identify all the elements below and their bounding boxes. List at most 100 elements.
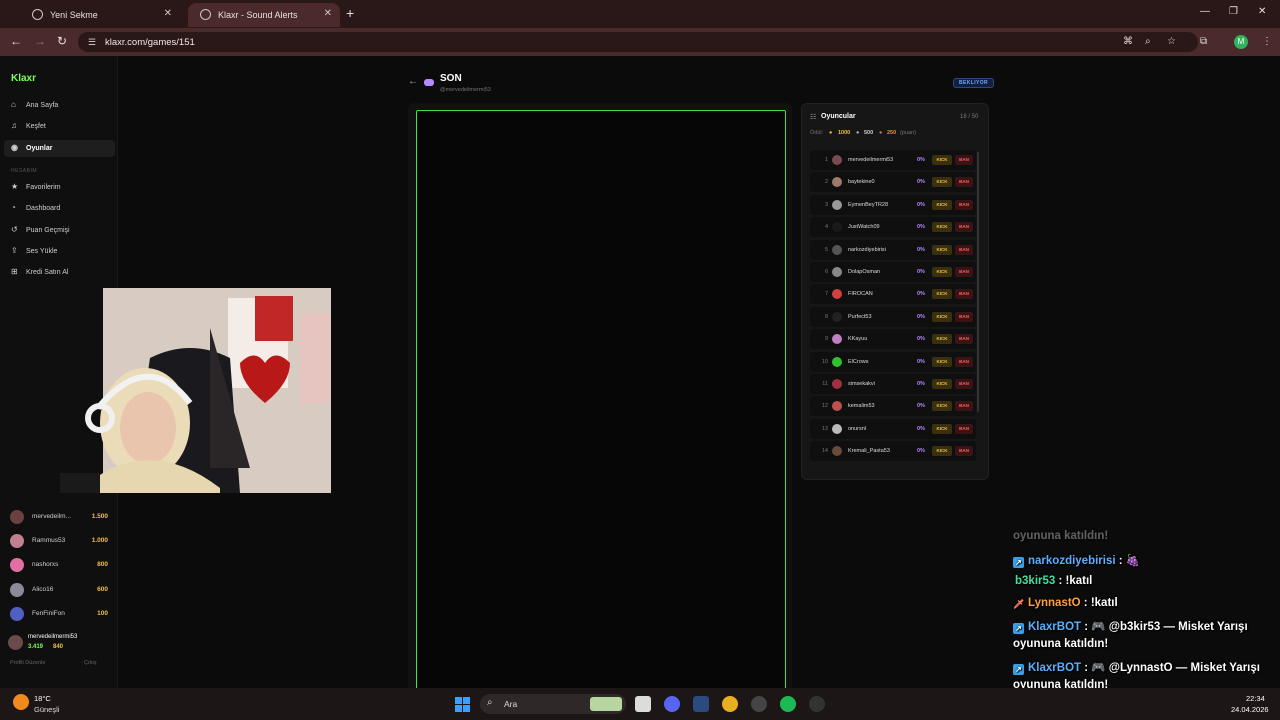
ban-button[interactable]: BAN bbox=[955, 289, 973, 300]
bookmark-star-icon[interactable]: ☆ bbox=[1167, 36, 1176, 47]
obs-icon[interactable] bbox=[751, 696, 767, 712]
player-row[interactable]: 13 onursnl 0% KICK BAN bbox=[810, 418, 976, 439]
task-view-icon[interactable] bbox=[635, 696, 651, 712]
kick-button[interactable]: KICK bbox=[932, 199, 952, 210]
nav-home[interactable]: ⌂ Ana Sayfa bbox=[4, 97, 115, 114]
kick-button[interactable]: KICK bbox=[932, 311, 952, 322]
weather-desc[interactable]: Güneşli bbox=[34, 705, 59, 714]
player-row[interactable]: 3 EymenBeyTR28 0% KICK BAN bbox=[810, 194, 976, 215]
reload-icon[interactable]: ↻ bbox=[57, 34, 67, 48]
ban-button[interactable]: BAN bbox=[955, 244, 973, 255]
browser-tab-klaxr[interactable]: Klaxr - Sound Alerts ✕ bbox=[188, 3, 340, 27]
app-icon[interactable] bbox=[809, 696, 825, 712]
address-bar[interactable] bbox=[78, 32, 1198, 52]
leaderboard-row[interactable]: Rammus53 1.000 bbox=[8, 534, 110, 548]
ban-button[interactable]: BAN bbox=[955, 222, 973, 233]
browser-tab-new[interactable]: Yeni Sekme ✕ bbox=[20, 3, 180, 27]
ban-button[interactable]: BAN bbox=[955, 177, 973, 188]
site-settings-icon[interactable]: ☰ bbox=[88, 37, 96, 48]
kick-button[interactable]: KICK bbox=[932, 244, 952, 255]
close-tab-icon[interactable]: ✕ bbox=[164, 8, 172, 19]
kick-button[interactable]: KICK bbox=[932, 401, 952, 412]
clock-time[interactable]: 22:34 bbox=[1246, 694, 1265, 703]
ban-button[interactable]: BAN bbox=[955, 401, 973, 412]
chrome-icon[interactable] bbox=[722, 696, 738, 712]
restore-icon[interactable]: ❐ bbox=[1229, 6, 1238, 17]
player-row[interactable]: 4 JustWatch09 0% KICK BAN bbox=[810, 217, 976, 238]
ban-button[interactable]: BAN bbox=[955, 266, 973, 277]
player-row[interactable]: 1 mervedeilmermi53 0% KICK BAN bbox=[810, 150, 976, 170]
player-row[interactable]: 12 kemalim53 0% KICK BAN bbox=[810, 396, 976, 417]
nav-upload-sound[interactable]: ⇪ Ses Yükle bbox=[4, 243, 115, 260]
nav-dashboard[interactable]: ◔ Dashboard bbox=[4, 200, 115, 217]
nav-games[interactable]: ◉ Oyunlar bbox=[4, 140, 115, 157]
player-row[interactable]: 2 baytekine0 0% KICK BAN bbox=[810, 172, 976, 193]
leaderboard-row[interactable]: nashorxs 800 bbox=[8, 558, 110, 572]
leaderboard-name: FenFiniFon bbox=[32, 610, 65, 617]
ban-button[interactable]: BAN bbox=[955, 334, 973, 345]
player-rank: 9 bbox=[824, 336, 828, 343]
kick-button[interactable]: KICK bbox=[932, 155, 952, 165]
close-window-icon[interactable]: ✕ bbox=[1258, 6, 1266, 17]
url-text[interactable]: klaxr.com/games/151 bbox=[105, 37, 195, 48]
logout-link[interactable]: Çıkış bbox=[84, 660, 97, 666]
game-board[interactable] bbox=[416, 110, 786, 690]
back-icon[interactable]: ← bbox=[10, 34, 22, 48]
kick-button[interactable]: KICK bbox=[932, 446, 952, 457]
ban-button[interactable]: BAN bbox=[955, 378, 973, 389]
leaderboard-row[interactable]: mervedeilm... 1.500 bbox=[8, 510, 110, 524]
nav-favorites[interactable]: ★ Favorilerim bbox=[4, 179, 115, 196]
close-tab-icon[interactable]: ✕ bbox=[324, 8, 332, 19]
ban-button[interactable]: BAN bbox=[955, 155, 973, 165]
forward-icon[interactable]: → bbox=[34, 34, 46, 48]
kick-button[interactable]: KICK bbox=[932, 356, 952, 367]
spotify-icon[interactable] bbox=[780, 696, 796, 712]
discord-icon[interactable] bbox=[664, 696, 680, 712]
kick-button[interactable]: KICK bbox=[932, 423, 952, 434]
current-user[interactable]: mervedeilmermi53 3.419 840 bbox=[8, 632, 112, 654]
weather-temp[interactable]: 18°C bbox=[34, 694, 51, 703]
kick-button[interactable]: KICK bbox=[932, 177, 952, 188]
player-row[interactable]: 8 Purfect53 0% KICK BAN bbox=[810, 306, 976, 327]
new-tab-button[interactable]: + bbox=[346, 5, 354, 21]
ban-button[interactable]: BAN bbox=[955, 423, 973, 434]
player-row[interactable]: 6 DolapOsman 0% KICK BAN bbox=[810, 261, 976, 282]
nav-buy-credits[interactable]: ⊞ Kredi Satın Al bbox=[4, 264, 115, 281]
steam-icon[interactable] bbox=[693, 696, 709, 712]
menu-dots-icon[interactable]: ⋮ bbox=[1262, 36, 1272, 47]
kick-button[interactable]: KICK bbox=[932, 334, 952, 345]
minimize-icon[interactable]: — bbox=[1200, 6, 1210, 17]
translate-icon[interactable]: ⌘ bbox=[1123, 36, 1133, 47]
profile-avatar[interactable]: M bbox=[1234, 35, 1248, 49]
kick-button[interactable]: KICK bbox=[932, 378, 952, 389]
ban-button[interactable]: BAN bbox=[955, 311, 973, 322]
ban-button[interactable]: BAN bbox=[955, 199, 973, 210]
player-row[interactable]: 14 Kremali_Pasta53 0% KICK BAN bbox=[810, 441, 976, 462]
player-row[interactable]: 9 KKayuu 0% KICK BAN bbox=[810, 329, 976, 350]
player-row[interactable]: 11 simsekakvi 0% KICK BAN bbox=[810, 373, 976, 394]
zoom-icon[interactable]: ⌕ bbox=[1145, 36, 1151, 47]
back-arrow-icon[interactable]: ← bbox=[408, 76, 418, 87]
nav-discover[interactable]: ♫ Keşfet bbox=[4, 118, 115, 135]
player-row[interactable]: 7 FIROCAN 0% KICK BAN bbox=[810, 284, 976, 305]
clock-date[interactable]: 24.04.2026 bbox=[1231, 705, 1269, 714]
nav-points-history[interactable]: ↺ Puan Geçmişi bbox=[4, 222, 115, 239]
start-menu-button[interactable] bbox=[455, 697, 470, 712]
leaderboard-row[interactable]: FenFiniFon 100 bbox=[8, 607, 110, 621]
extensions-icon[interactable]: ⧉ bbox=[1200, 36, 1207, 47]
player-list-scrollbar[interactable] bbox=[977, 152, 979, 412]
player-row[interactable]: 5 narkozdiyebirisi 0% KICK BAN bbox=[810, 239, 976, 260]
history-icon: ↺ bbox=[11, 225, 18, 234]
player-row[interactable]: 10 ElCrows 0% KICK BAN bbox=[810, 351, 976, 372]
kick-button[interactable]: KICK bbox=[932, 222, 952, 233]
kick-button[interactable]: KICK bbox=[932, 289, 952, 300]
ban-button[interactable]: BAN bbox=[955, 356, 973, 367]
edit-profile-link[interactable]: Profili Düzenle bbox=[10, 660, 45, 666]
leaderboard-row[interactable]: Alico16 600 bbox=[8, 583, 110, 597]
weather-icon[interactable] bbox=[13, 694, 29, 710]
site-logo[interactable]: Klaxr bbox=[11, 73, 36, 84]
ban-button[interactable]: BAN bbox=[955, 446, 973, 457]
chat-message: ↗ KlaxrBOT : 🎮 @b3kir53 — Misket Yarışı bbox=[1013, 619, 1248, 634]
kick-button[interactable]: KICK bbox=[932, 266, 952, 277]
nav-label: Puan Geçmişi bbox=[26, 227, 70, 234]
